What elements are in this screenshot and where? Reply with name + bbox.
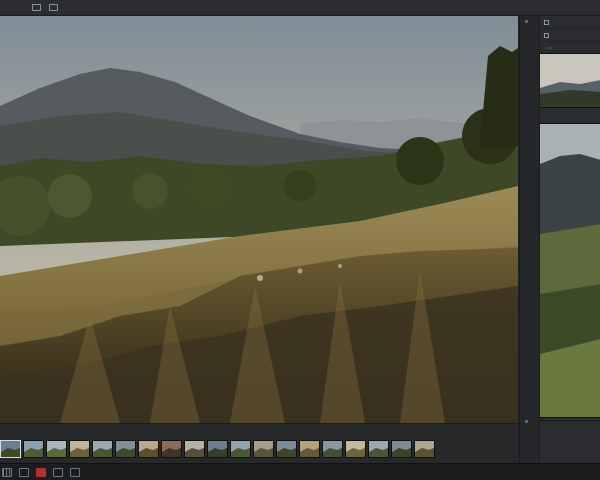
flag-icon[interactable]	[36, 467, 46, 477]
filmstrip-thumbnail[interactable]	[276, 440, 297, 458]
panel-tab-1[interactable]	[546, 47, 552, 49]
stack-icon[interactable]	[53, 467, 63, 477]
image-viewer[interactable]	[0, 16, 518, 423]
filmstrip	[0, 423, 519, 463]
filmstrip-thumbnail[interactable]	[92, 440, 113, 458]
filmstrip-thumbnail[interactable]	[138, 440, 159, 458]
panel-row-image[interactable]	[540, 29, 600, 42]
panel-footer	[540, 420, 600, 434]
filmstrip-thumbnail[interactable]	[391, 440, 412, 458]
filmstrip-thumbnail[interactable]	[414, 440, 435, 458]
tool-group	[32, 4, 62, 11]
rail-handle-icon[interactable]	[525, 420, 528, 423]
filmstrip-thumbnail[interactable]	[46, 440, 67, 458]
filmstrip-thumbnail[interactable]	[69, 440, 90, 458]
panel-row-folder[interactable]	[540, 16, 600, 29]
image-icon	[544, 32, 549, 38]
filmstrip-thumbnail[interactable]	[368, 440, 389, 458]
status-bar	[0, 463, 600, 480]
lock-icon[interactable]	[70, 467, 80, 477]
filmstrip-thumbnail[interactable]	[322, 440, 343, 458]
filmstrip-thumbnail[interactable]	[345, 440, 366, 458]
top-toolbar	[0, 0, 600, 16]
filmstrip-thumbnail[interactable]	[207, 440, 228, 458]
filmstrip-thumbnail[interactable]	[161, 440, 182, 458]
filmstrip-thumbnails	[0, 440, 435, 458]
filmstrip-thumbnail[interactable]	[299, 440, 320, 458]
folder-icon	[544, 19, 549, 25]
panel-rail	[520, 16, 540, 463]
filmstrip-thumbnail[interactable]	[23, 440, 44, 458]
preview-thumbnail-2[interactable]	[540, 123, 600, 418]
filmstrip-thumbnail[interactable]	[253, 440, 274, 458]
rotate-icon[interactable]	[49, 4, 58, 11]
filmstrip-thumbnail[interactable]	[0, 440, 21, 458]
grid-view-icon[interactable]	[2, 467, 12, 477]
filmstrip-thumbnail[interactable]	[230, 440, 251, 458]
compare-icon[interactable]	[19, 467, 29, 477]
filmstrip-thumbnail[interactable]	[115, 440, 136, 458]
preview-thumbnail-1[interactable]	[540, 53, 600, 108]
crop-icon[interactable]	[32, 4, 41, 11]
landscape-photo	[0, 16, 518, 423]
right-panel	[519, 16, 600, 463]
rail-handle-icon[interactable]	[525, 20, 528, 23]
filmstrip-thumbnail[interactable]	[184, 440, 205, 458]
